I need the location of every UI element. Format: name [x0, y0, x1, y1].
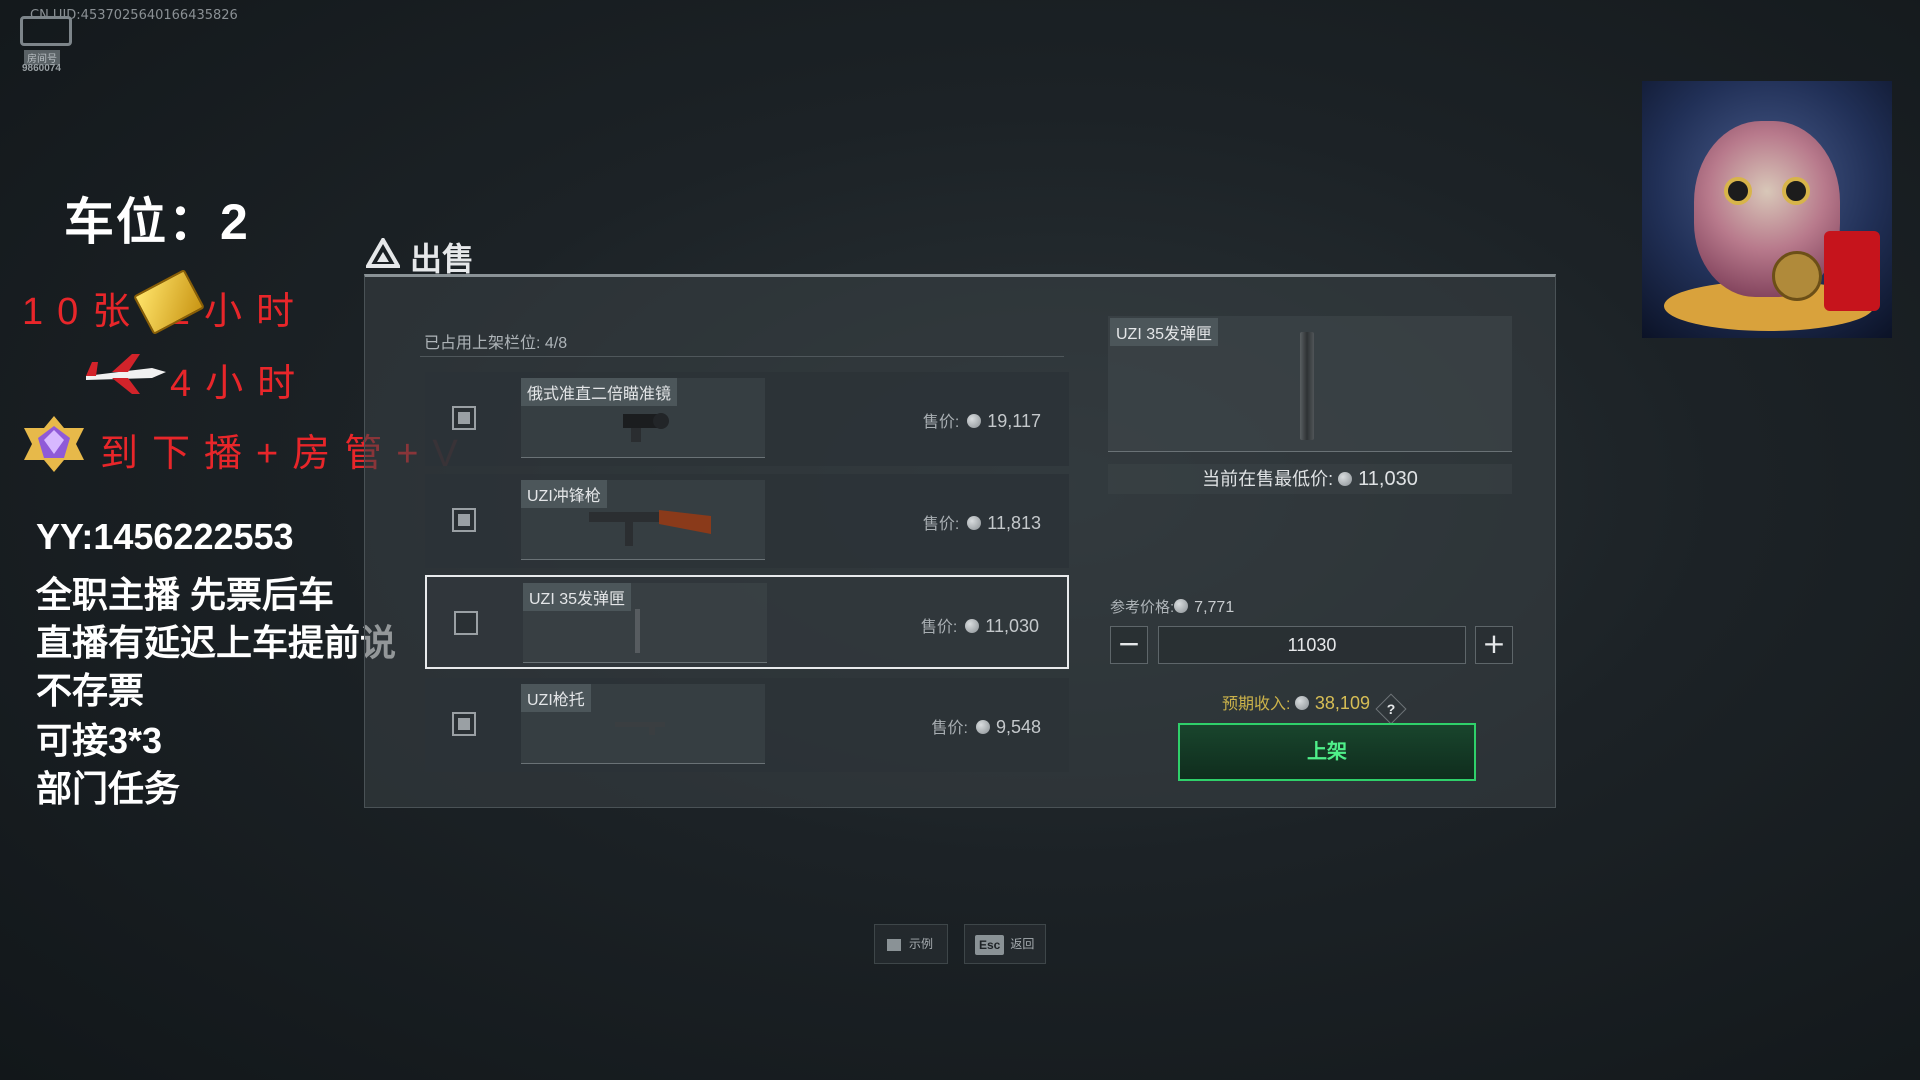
reference-price-value: 7,771	[1194, 599, 1235, 616]
price-label: 售价:	[931, 720, 968, 737]
scope-image	[623, 413, 669, 442]
detail-preview: UZI 35发弹匣	[1108, 316, 1512, 452]
smg-image	[589, 510, 711, 546]
coin-icon	[1338, 472, 1353, 486]
item-thumbnail: UZI枪托	[521, 684, 765, 764]
item-name: UZI枪托	[521, 684, 591, 712]
item-thumbnail: UZI 35发弹匣	[523, 583, 767, 663]
overlay-note: 全职主播 先票后车	[36, 574, 335, 615]
overlay-note: 部门任务	[36, 768, 181, 809]
income-value: 38,109	[1314, 693, 1370, 713]
coin-icon	[965, 619, 980, 633]
back-button[interactable]: Esc 返回	[964, 924, 1046, 964]
item-price: 售价: 11,813	[923, 510, 1041, 534]
esc-key-icon: Esc	[975, 934, 1005, 955]
list-item[interactable]: UZI冲锋枪 售价: 11,813	[425, 474, 1069, 568]
warning-triangle-icon	[366, 238, 400, 268]
list-for-sale-button[interactable]: 上架	[1178, 723, 1476, 781]
price-label: 售价:	[922, 516, 960, 533]
book-icon	[887, 938, 901, 951]
divider	[420, 356, 1064, 357]
overlay-note: 不存票	[36, 670, 145, 711]
item-price: 售价: 11,030	[921, 613, 1039, 637]
yy-id: YY:1456222553	[36, 516, 294, 557]
figurine-coin	[1772, 251, 1822, 301]
lowest-price: 当前在售最低价: 11,030	[1108, 464, 1512, 494]
figurine-tag	[1824, 231, 1880, 311]
item-name: UZI 35发弹匣	[523, 583, 632, 611]
price-value: 9,548	[995, 717, 1041, 737]
decrease-button[interactable]: −	[1110, 626, 1148, 664]
item-checkbox[interactable]	[454, 611, 478, 635]
coin-icon	[967, 516, 982, 530]
expected-income: 预期收入: 38,109 ?	[1222, 690, 1407, 725]
back-label: 返回	[1010, 937, 1035, 951]
lowest-price-label: 当前在售最低价:	[1202, 469, 1334, 489]
item-checkbox[interactable]	[452, 712, 476, 736]
reference-price: 参考价格: 7,771	[1110, 596, 1234, 617]
plane-offer: 4小时	[170, 363, 310, 405]
figurine-eye	[1782, 177, 1810, 205]
stock-image	[615, 722, 665, 735]
coin-icon	[975, 720, 990, 734]
help-icon[interactable]: ?	[1375, 693, 1407, 725]
example-button[interactable]: 示例	[874, 924, 948, 964]
slot-count: 车位：2	[64, 194, 250, 250]
platform-logo: 房间号 9860074	[16, 14, 76, 74]
item-name: 俄式准直二倍瞄准镜	[521, 378, 678, 406]
price-label: 售价:	[922, 414, 960, 431]
webcam-feed	[1642, 81, 1892, 338]
coin-icon	[967, 414, 982, 428]
slots-used: 已占用上架栏位: 4/8	[424, 335, 568, 352]
gem-badge-icon	[24, 416, 84, 472]
magazine-image	[635, 609, 640, 653]
list-item-selected[interactable]: UZI 35发弹匣 售价: 11,030	[425, 575, 1069, 669]
figurine-eye	[1724, 177, 1752, 205]
price-label: 售价:	[920, 619, 958, 636]
item-thumbnail: UZI冲锋枪	[521, 480, 765, 560]
lowest-price-value: 11,030	[1358, 468, 1418, 490]
magazine-preview-image	[1300, 332, 1314, 440]
income-label: 预期收入:	[1222, 696, 1291, 713]
overlay-note: 直播有延迟上车提前说	[36, 622, 397, 663]
reference-price-label: 参考价格:	[1110, 599, 1175, 616]
list-item[interactable]: UZI枪托 售价: 9,548	[425, 678, 1069, 772]
help-glyph: ?	[1387, 701, 1396, 717]
price-value: 19,117	[987, 411, 1041, 431]
item-checkbox[interactable]	[452, 508, 476, 532]
list-item[interactable]: 俄式准直二倍瞄准镜 售价: 19,117	[425, 372, 1069, 466]
price-value: 11,030	[985, 616, 1039, 636]
detail-item-name: UZI 35发弹匣	[1110, 318, 1219, 346]
coin-icon	[1174, 599, 1189, 613]
overlay-note: 可接3*3	[36, 720, 163, 761]
item-price: 售价: 9,548	[932, 714, 1042, 738]
logo-mark	[20, 16, 72, 46]
item-price: 售价: 19,117	[923, 408, 1041, 432]
plane-icon	[86, 354, 166, 394]
example-label: 示例	[909, 937, 934, 951]
coin-icon	[1294, 696, 1309, 710]
item-checkbox[interactable]	[452, 406, 476, 430]
price-value: 11,813	[987, 513, 1041, 533]
price-input[interactable]	[1158, 626, 1466, 664]
room-id: 9860074	[22, 63, 61, 74]
sell-header: 出售	[364, 232, 644, 277]
item-thumbnail: 俄式准直二倍瞄准镜	[521, 378, 765, 458]
increase-button[interactable]: +	[1475, 626, 1513, 664]
